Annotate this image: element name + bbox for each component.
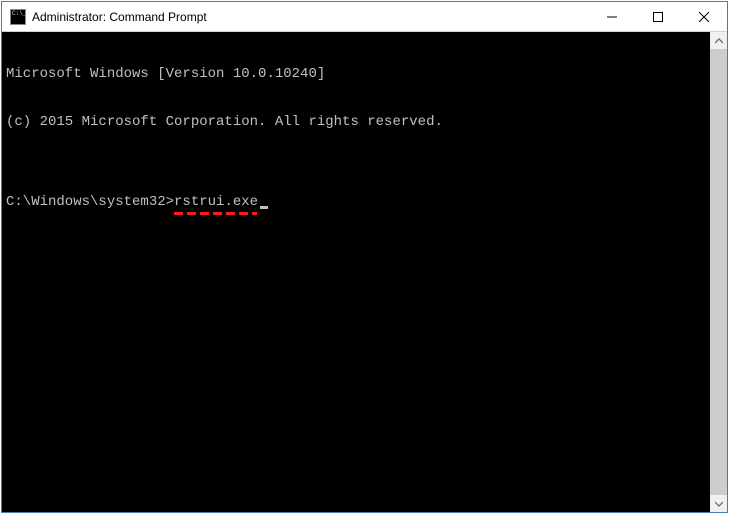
window-controls — [589, 2, 727, 31]
close-button[interactable] — [681, 2, 727, 31]
scroll-track[interactable] — [710, 49, 727, 495]
scroll-up-button[interactable] — [710, 32, 727, 49]
vertical-scrollbar[interactable] — [710, 32, 727, 512]
cmd-icon — [10, 9, 26, 25]
prompt-text: C:\Windows\system32> — [6, 194, 174, 210]
command-text: rstrui.exe — [174, 194, 258, 210]
version-line: Microsoft Windows [Version 10.0.10240] — [6, 66, 710, 82]
scroll-thumb[interactable] — [710, 49, 727, 495]
terminal-output[interactable]: Microsoft Windows [Version 10.0.10240] (… — [2, 32, 710, 512]
cursor — [260, 206, 268, 209]
chevron-down-icon — [715, 500, 723, 508]
command-prompt-window: Administrator: Command Prompt Mic — [1, 1, 728, 513]
minimize-button[interactable] — [589, 2, 635, 31]
prompt-line: C:\Windows\system32>rstrui.exe — [6, 194, 710, 210]
chevron-up-icon — [715, 37, 723, 45]
client-area: Microsoft Windows [Version 10.0.10240] (… — [2, 32, 727, 512]
highlight-underline — [174, 212, 257, 215]
minimize-icon — [607, 12, 617, 22]
maximize-icon — [653, 12, 663, 22]
copyright-line: (c) 2015 Microsoft Corporation. All righ… — [6, 114, 710, 130]
maximize-button[interactable] — [635, 2, 681, 31]
window-title: Administrator: Command Prompt — [32, 10, 589, 24]
titlebar[interactable]: Administrator: Command Prompt — [2, 2, 727, 32]
scroll-down-button[interactable] — [710, 495, 727, 512]
command-wrap: rstrui.exe — [174, 194, 268, 210]
close-icon — [699, 12, 709, 22]
